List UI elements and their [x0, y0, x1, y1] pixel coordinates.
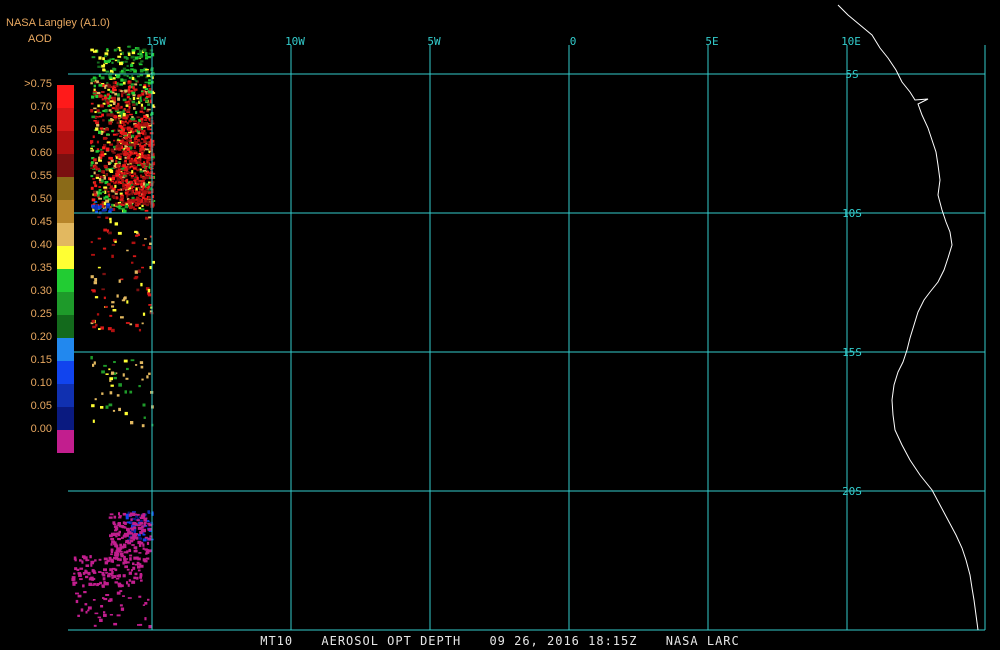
lon-label: 0	[570, 35, 577, 48]
coastline	[837, 4, 979, 631]
lat-label: 5S	[845, 68, 858, 81]
legend-label: 0.55	[30, 170, 52, 182]
legend-label: 0.20	[30, 331, 52, 343]
legend-label: 0.30	[30, 285, 52, 297]
legend-swatch	[57, 177, 74, 200]
map-canvas: 15W 10W 5W 0 5E 10E 5S 10S 15S 20S	[68, 4, 986, 631]
lat-label: 10S	[842, 207, 862, 220]
lon-label: 5E	[705, 35, 718, 48]
lon-label: 15W	[146, 35, 166, 48]
legend-swatch	[57, 338, 74, 361]
legend-swatch	[57, 85, 74, 108]
legend-label: 0.10	[30, 377, 52, 389]
color-legend: >0.75 0.70 0.65 0.60 0.55 0.50 0.45 0.40 0.35 0.3…	[0, 78, 80, 453]
legend-label: 0.25	[30, 308, 52, 320]
legend-swatch	[57, 407, 74, 430]
legend-label: 0.15	[30, 354, 52, 366]
legend-swatch	[57, 361, 74, 384]
unit-label: AOD	[28, 33, 52, 45]
footer-caption: MT10 AEROSOL OPT DEPTH 09 26, 2016 18:15…	[0, 634, 1000, 648]
legend-swatch	[57, 200, 74, 223]
legend-label: 0.60	[30, 147, 52, 159]
footer-product: MT10	[260, 634, 294, 648]
legend-swatch	[57, 292, 74, 315]
legend-label: 0.65	[30, 124, 52, 136]
longitude-labels: 15W 10W 5W 0 5E 10E	[146, 35, 861, 48]
legend-swatch	[57, 430, 74, 453]
lat-label: 15S	[842, 346, 862, 359]
legend-label: 0.45	[30, 216, 52, 228]
legend-label: 0.35	[30, 262, 52, 274]
lat-lon-grid	[68, 45, 986, 631]
aod-map-view: 15W 10W 5W 0 5E 10E 5S 10S 15S 20S NASA Langley …	[0, 0, 1000, 650]
legend-swatch	[57, 223, 74, 246]
legend-swatch	[57, 315, 74, 338]
legend-swatch	[57, 154, 74, 177]
legend-label: 0.40	[30, 239, 52, 251]
footer-source: NASA LARC	[665, 634, 740, 648]
aod-pixels-layer	[71, 45, 156, 629]
legend-swatch	[57, 269, 74, 292]
legend-label: 0.50	[30, 193, 52, 205]
lon-label: 10E	[841, 35, 861, 48]
legend-swatch	[57, 108, 74, 131]
product-title: NASA Langley (A1.0)	[6, 17, 110, 29]
footer-datetime: 09 26, 2016 18:15Z	[489, 634, 638, 648]
legend-label: 0.05	[30, 400, 52, 412]
legend-swatch	[57, 384, 74, 407]
latitude-labels: 5S 10S 15S 20S	[842, 68, 862, 498]
footer-name: AEROSOL OPT DEPTH	[321, 634, 462, 648]
legend-label: 0.00	[30, 423, 52, 435]
lon-label: 5W	[427, 35, 441, 48]
legend-label: 0.70	[30, 101, 52, 113]
legend-swatch	[57, 131, 74, 154]
lat-label: 20S	[842, 485, 862, 498]
lon-label: 10W	[285, 35, 305, 48]
legend-label: >0.75	[24, 78, 52, 90]
legend-swatch	[57, 246, 74, 269]
